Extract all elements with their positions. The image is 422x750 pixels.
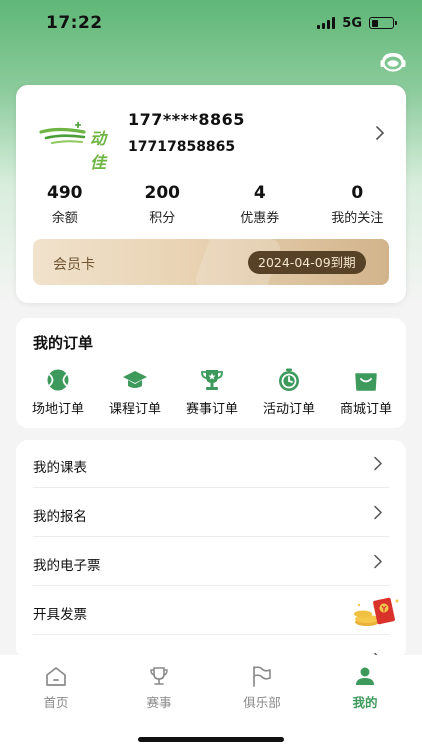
stat-coupons[interactable]: 4 优惠券 xyxy=(211,183,309,227)
tab-events[interactable]: 赛事 xyxy=(119,665,199,711)
chevron-right-icon xyxy=(374,554,382,569)
account-stats: 490 余额 200 积分 4 优惠券 0 我的关注 xyxy=(16,183,406,227)
tab-label: 赛事 xyxy=(146,695,172,710)
account-phone: 17717858865 xyxy=(128,139,236,155)
status-indicators: 5G xyxy=(317,15,397,31)
stat-value: 0 xyxy=(351,183,364,203)
stat-value: 490 xyxy=(47,183,83,203)
order-shortcuts: 场地订单 课程订单 赛事订单 活动订单 商城订单 xyxy=(22,368,402,417)
stat-points[interactable]: 200 积分 xyxy=(114,183,212,227)
stat-following[interactable]: 0 我的关注 xyxy=(309,183,407,227)
order-label: 课程订单 xyxy=(108,402,161,417)
tab-label: 我的 xyxy=(352,695,378,710)
member-card-label: 会员卡 xyxy=(53,257,95,273)
chevron-right-icon xyxy=(374,456,382,471)
stat-value: 4 xyxy=(253,183,266,203)
stat-value: 200 xyxy=(144,183,181,203)
order-label: 活动订单 xyxy=(262,402,315,417)
tab-club[interactable]: 俱乐部 xyxy=(222,665,302,711)
logo-text: 动佳 xyxy=(90,129,108,172)
order-event[interactable]: 赛事订单 xyxy=(176,368,248,417)
trophy-icon xyxy=(150,667,168,685)
graduation-cap-icon xyxy=(123,371,147,388)
menu-item-registration[interactable]: 我的报名 xyxy=(33,489,389,537)
order-venue[interactable]: 场地订单 xyxy=(22,368,94,417)
chevron-right-icon[interactable] xyxy=(374,125,386,141)
order-shop[interactable]: 商城订单 xyxy=(330,368,402,417)
stat-balance[interactable]: 490 余额 xyxy=(16,183,114,227)
network-type: 5G xyxy=(342,15,362,31)
stat-label: 积分 xyxy=(149,211,176,226)
tab-mine[interactable]: 我的 xyxy=(325,665,405,711)
profile-card: 动佳 177****8865 17717858865 490 余额 200 积分… xyxy=(16,85,406,303)
menu-item-label: 我的课表 xyxy=(33,460,87,476)
flag-icon xyxy=(253,666,271,687)
person-icon xyxy=(356,667,374,685)
app-logo[interactable]: 动佳 xyxy=(38,118,114,172)
status-time: 17:22 xyxy=(46,13,103,33)
tennis-ball-icon xyxy=(47,369,69,391)
shopping-bag-icon xyxy=(355,373,377,391)
headset-support-icon[interactable] xyxy=(379,52,407,72)
trophy-icon xyxy=(201,370,223,390)
orders-section: 我的订单 场地订单 课程订单 赛事订单 活动订单 商城订单 xyxy=(16,318,406,428)
signal-icon xyxy=(317,17,336,29)
menu-item-label: 我的电子票 xyxy=(33,558,101,574)
order-activity[interactable]: 活动订单 xyxy=(253,368,325,417)
status-bar: 17:22 5G xyxy=(0,0,422,46)
menu-item-label: 我的报名 xyxy=(33,509,87,525)
member-expiry-badge: 2024-04-09到期 xyxy=(248,251,366,274)
logo-mark-icon xyxy=(39,122,86,144)
battery-icon xyxy=(369,17,397,29)
battery-level xyxy=(371,19,378,27)
tab-label: 首页 xyxy=(43,695,69,710)
menu-item-label: 开具发票 xyxy=(33,607,87,623)
chevron-right-icon xyxy=(374,505,382,520)
order-label: 场地订单 xyxy=(31,402,84,417)
home-indicator xyxy=(138,737,284,742)
tab-label: 俱乐部 xyxy=(243,695,281,710)
stat-label: 优惠券 xyxy=(240,211,280,226)
stat-label: 余额 xyxy=(51,211,78,226)
bottom-tab-bar: 首页 赛事 俱乐部 我的 xyxy=(0,655,422,750)
home-icon xyxy=(46,667,66,686)
orders-title: 我的订单 xyxy=(33,334,94,352)
menu-item-eticket[interactable]: 我的电子票 xyxy=(33,538,389,586)
stat-label: 我的关注 xyxy=(331,211,384,226)
menu-item-invoice[interactable]: 开具发票 xyxy=(33,587,399,635)
order-course[interactable]: 课程订单 xyxy=(99,368,171,417)
order-label: 赛事订单 xyxy=(185,402,238,417)
menu-list: 我的课表 我的报名 我的电子票 开具发票 xyxy=(16,440,406,660)
member-card[interactable]: 会员卡 2024-04-09到期 xyxy=(33,239,389,285)
account-phone-masked: 177****8865 xyxy=(128,110,245,129)
stopwatch-icon xyxy=(279,368,299,391)
order-label: 商城订单 xyxy=(339,402,392,417)
menu-item-schedule[interactable]: 我的课表 xyxy=(33,440,389,488)
tab-home[interactable]: 首页 xyxy=(16,665,96,711)
red-envelope-coins-icon xyxy=(354,597,399,626)
